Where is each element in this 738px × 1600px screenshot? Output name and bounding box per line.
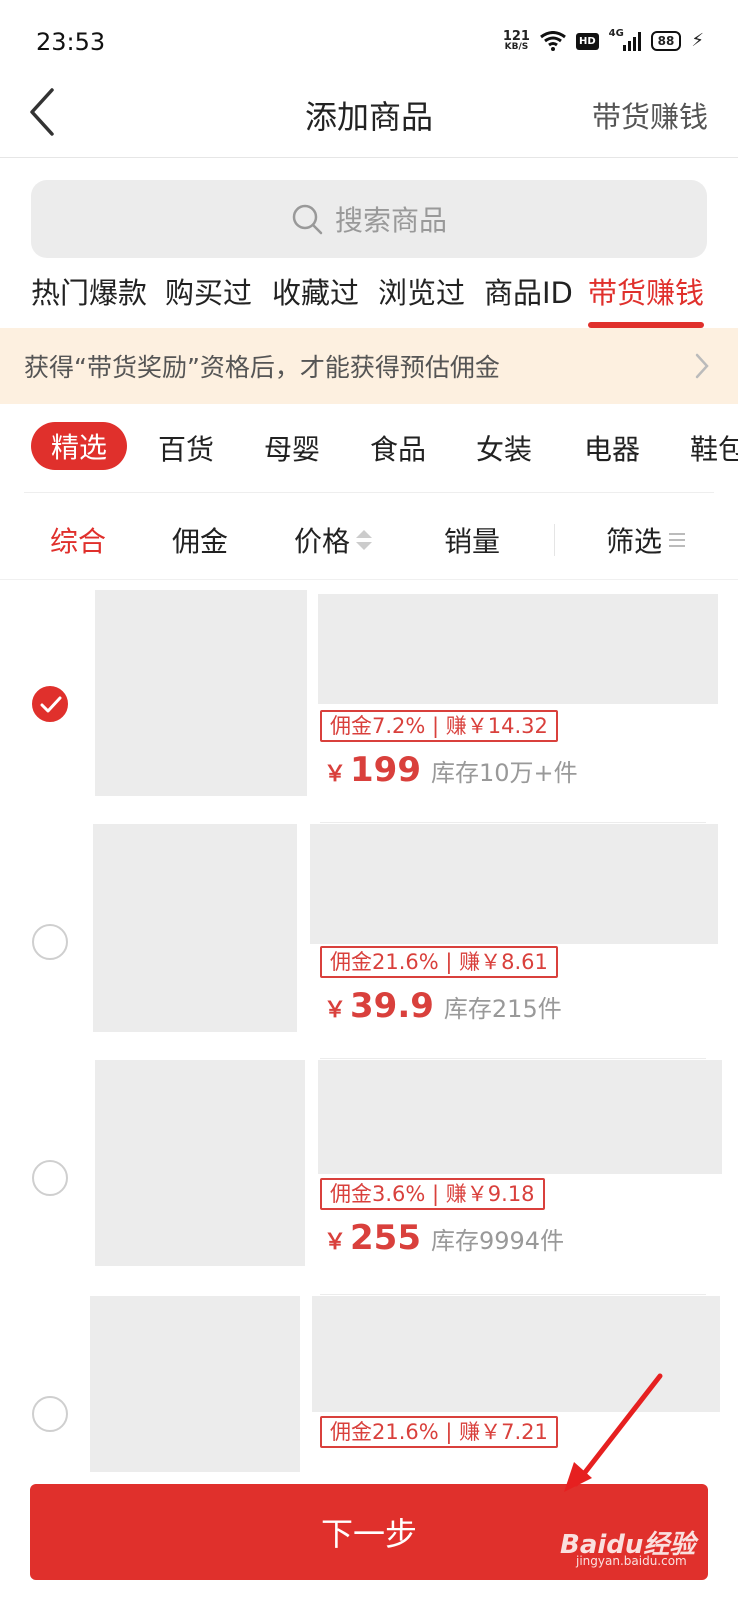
tab-browsed[interactable]: 浏览过	[378, 270, 465, 312]
price-currency: ￥	[324, 762, 347, 787]
search-input[interactable]: 搜索商品	[31, 180, 707, 258]
sort-price[interactable]: 价格	[294, 520, 373, 560]
filter-icon	[669, 533, 686, 547]
stock-text: 库存9994件	[431, 1227, 565, 1255]
select-checkbox[interactable]	[32, 686, 68, 722]
filter-button[interactable]: 筛选	[606, 520, 686, 560]
price-row: ￥ 39.9 库存215件	[324, 986, 562, 1026]
charging-icon: ⚡	[691, 30, 704, 51]
signal-icon: 4G	[608, 28, 641, 51]
tab-purchased[interactable]: 购买过	[165, 270, 252, 312]
category-appliances[interactable]: 电器	[584, 428, 640, 468]
tab-earn-money[interactable]: 带货赚钱	[588, 270, 704, 312]
product-image	[95, 1060, 305, 1266]
product-item[interactable]: 佣金3.6% | 赚￥9.18 ￥ 255 库存9994件	[0, 1060, 738, 1296]
price-value: 199	[350, 750, 421, 790]
select-checkbox[interactable]	[32, 1160, 68, 1196]
price-value: 39.9	[350, 986, 434, 1026]
tab-hot[interactable]: 热门爆款	[31, 270, 147, 312]
search-placeholder: 搜索商品	[334, 204, 447, 237]
price-currency: ￥	[324, 998, 347, 1023]
product-title-placeholder	[312, 1296, 720, 1412]
row-divider	[320, 1058, 706, 1059]
commission-tag: 佣金7.2% | 赚￥14.32	[320, 710, 558, 742]
product-image	[90, 1296, 300, 1472]
product-item[interactable]: 佣金7.2% | 赚￥14.32 ￥ 199 库存10万+件	[0, 588, 738, 824]
status-bar: 23:53 121 KB/S HD 4G 88 ⚡	[0, 0, 738, 88]
source-tabs: 热门爆款 购买过 收藏过 浏览过 商品ID 带货赚钱	[0, 270, 738, 330]
sort-sales-label: 销量	[444, 525, 501, 558]
sort-commission-label: 佣金	[172, 525, 229, 558]
signal-label: 4G	[608, 28, 624, 39]
tab-product-id[interactable]: 商品ID	[484, 270, 573, 312]
watermark-url: jingyan.baidu.com	[576, 1554, 687, 1568]
status-icons: 121 KB/S HD 4G 88 ⚡	[503, 28, 704, 52]
notice-text: 获得“带货奖励”资格后，才能获得预估佣金	[24, 353, 500, 382]
price-value: 255	[350, 1218, 421, 1258]
next-step-label: 下一步	[320, 1515, 417, 1553]
select-checkbox[interactable]	[32, 924, 68, 960]
chevron-right-icon	[695, 353, 709, 379]
network-speed-unit: KB/S	[504, 42, 529, 52]
header: 添加商品 带货赚钱	[0, 78, 738, 158]
filter-label: 筛选	[606, 525, 663, 558]
product-title-placeholder	[310, 824, 718, 944]
search-icon	[292, 204, 323, 235]
sort-price-label: 价格	[294, 525, 351, 558]
network-speed: 121 KB/S	[503, 30, 530, 52]
price-currency: ￥	[324, 1230, 347, 1255]
sort-commission[interactable]: 佣金	[172, 520, 228, 560]
tab-favorited[interactable]: 收藏过	[272, 270, 359, 312]
header-action-link[interactable]: 带货赚钱	[592, 94, 708, 136]
hd-badge: HD	[575, 32, 599, 50]
category-shoes-bags[interactable]: 鞋包	[690, 428, 738, 468]
category-womens[interactable]: 女装	[476, 428, 532, 468]
sort-bar: 综合 佣金 价格 销量 筛选	[0, 500, 738, 580]
sort-divider	[554, 524, 555, 556]
product-image	[93, 824, 297, 1032]
row-divider	[320, 1294, 706, 1295]
product-title-placeholder	[318, 1060, 722, 1174]
product-title-placeholder	[318, 594, 718, 704]
row-divider	[320, 822, 706, 823]
wifi-icon	[540, 31, 566, 51]
category-bar: 精选 百货 母婴 食品 女装 电器 鞋包	[0, 420, 738, 480]
price-row: ￥ 199 库存10万+件	[324, 750, 578, 790]
select-checkbox[interactable]	[32, 1396, 68, 1432]
category-general[interactable]: 百货	[158, 428, 214, 468]
category-baby[interactable]: 母婴	[264, 428, 320, 468]
product-image	[95, 590, 307, 796]
product-item[interactable]: 佣金21.6% | 赚￥8.61 ￥ 39.9 库存215件	[0, 824, 738, 1060]
sort-sales[interactable]: 销量	[444, 520, 500, 560]
battery-icon: 88	[650, 31, 682, 51]
commission-tag: 佣金21.6% | 赚￥7.21	[320, 1416, 558, 1448]
commission-tag: 佣金3.6% | 赚￥9.18	[320, 1178, 545, 1210]
category-food[interactable]: 食品	[370, 428, 426, 468]
category-divider	[24, 492, 714, 493]
sort-comprehensive[interactable]: 综合	[50, 520, 106, 560]
sort-comprehensive-label: 综合	[50, 525, 107, 558]
status-time: 23:53	[36, 28, 106, 56]
commission-tag: 佣金21.6% | 赚￥8.61	[320, 946, 558, 978]
stock-text: 库存215件	[443, 995, 562, 1023]
baidu-watermark: Baidu经验 jingyan.baidu.com	[560, 1510, 710, 1570]
check-icon	[40, 696, 62, 713]
notice-bar[interactable]: 获得“带货奖励”资格后，才能获得预估佣金	[0, 328, 738, 404]
price-row: ￥ 255 库存9994件	[324, 1218, 564, 1258]
category-featured[interactable]: 精选	[31, 422, 128, 470]
sort-arrows-icon	[356, 530, 373, 550]
stock-text: 库存10万+件	[431, 759, 578, 787]
